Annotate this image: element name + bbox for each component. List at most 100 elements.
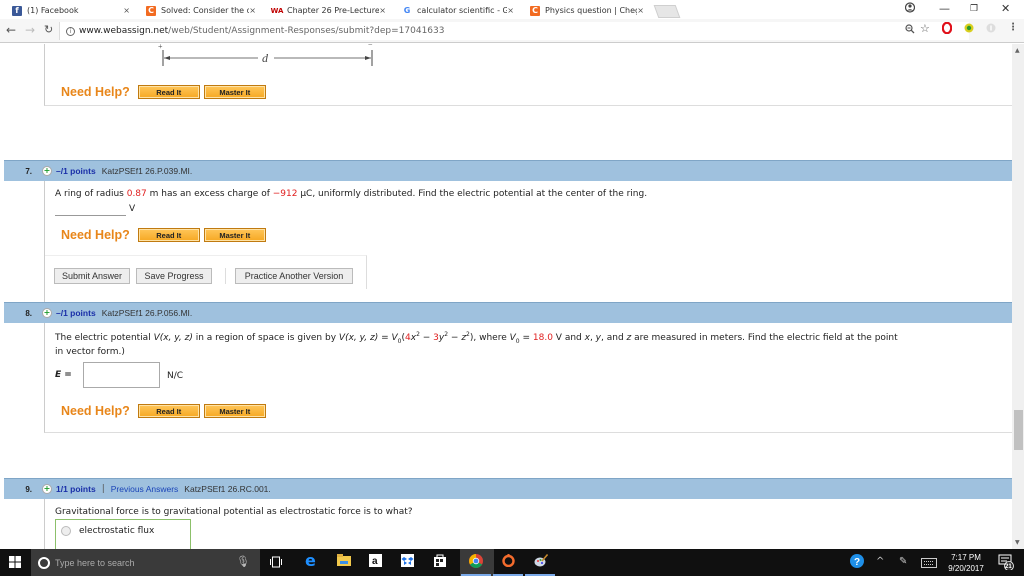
tab-chegg-solved[interactable]: C Solved: Consider the dia × (138, 2, 266, 19)
tab-google-calculator[interactable]: G calculator scientific - Goo × (394, 2, 524, 19)
practice-another-version-button[interactable]: Practice Another Version (235, 268, 353, 284)
question-7-header: 7. + –/1 points KatzPSEf1 26.P.039.MI. (4, 160, 1012, 181)
radio-button[interactable] (61, 526, 71, 536)
need-help-q6: Need Help? Read It Master It (61, 85, 270, 99)
points: –/1 points (56, 166, 96, 176)
edge-icon[interactable]: e (305, 551, 316, 570)
need-help-label: Need Help? (61, 228, 130, 242)
expand-plus-icon[interactable]: + (42, 166, 52, 176)
save-progress-button[interactable]: Save Progress (136, 268, 212, 284)
question-7-text: A ring of radius 0.87 m has an excess ch… (55, 189, 648, 199)
scroll-thumb[interactable] (1014, 410, 1023, 450)
question-8-header: 8. + –/1 points KatzPSEf1 26.P.056.MI. (4, 302, 1012, 323)
tab-chegg-physics[interactable]: C Physics question | Chegg × (522, 2, 654, 19)
paint-icon[interactable] (534, 554, 549, 572)
clock[interactable]: 7:17 PM 9/20/2017 (945, 552, 987, 574)
toolbar: ← → ↻ i www.webassign.net/web/Student/As… (0, 19, 1024, 43)
master-it-button[interactable]: Master It (203, 404, 266, 418)
tab-title: calculator scientific - Goo (417, 6, 508, 15)
amazon-icon[interactable]: a (369, 554, 382, 571)
close-tab-icon[interactable]: × (507, 6, 514, 15)
tab-facebook[interactable]: f (1) Facebook × (4, 2, 140, 19)
reload-icon[interactable]: ↻ (44, 23, 53, 36)
question-9-text: Gravitational force is to gravitational … (55, 507, 413, 517)
profile-icon[interactable] (904, 2, 916, 16)
read-it-button[interactable]: Read It (137, 228, 200, 242)
read-it-button[interactable]: Read It (137, 85, 200, 99)
svg-text:a: a (372, 556, 378, 567)
scroll-up-arrow-icon[interactable]: ▲ (1015, 47, 1020, 54)
file-explorer-icon[interactable] (337, 554, 351, 570)
taskbar: Type here to search 🎙︎ e a ? ^ ✎ 7:17 PM… (0, 549, 1024, 576)
chevron-up-icon[interactable]: ^ (876, 556, 884, 567)
zoom-icon[interactable] (905, 24, 915, 37)
diagram-d-label: d (262, 51, 269, 65)
tab-webassign[interactable]: WA Chapter 26 Pre-Lecture × (264, 2, 396, 19)
help-icon[interactable]: ? (850, 554, 864, 572)
back-arrow-icon[interactable]: ← (6, 23, 16, 37)
opera-icon[interactable] (941, 21, 953, 37)
store-icon[interactable] (434, 554, 446, 571)
windows-start-icon[interactable] (9, 556, 21, 572)
cortana-icon (38, 556, 50, 569)
question-id: KatzPSEf1 26.RC.001. (184, 484, 271, 494)
task-view-icon[interactable] (270, 556, 282, 572)
need-help-label: Need Help? (61, 404, 130, 418)
question-id: KatzPSEf1 26.P.039.MI. (101, 166, 193, 176)
svg-text:?: ? (854, 557, 860, 568)
close-tab-icon[interactable]: × (637, 6, 644, 15)
close-tab-icon[interactable]: × (379, 6, 386, 15)
page-content: + − d Need Help? Read It Master It 7. + … (0, 44, 1012, 549)
chegg-icon: C (146, 5, 156, 16)
microphone-icon[interactable]: 🎙︎ (236, 555, 250, 568)
info-icon[interactable]: i (66, 26, 75, 36)
date: 9/20/2017 (948, 564, 984, 573)
keyboard-icon[interactable] (921, 557, 937, 572)
minimize-button[interactable]: — (939, 2, 950, 15)
read-it-button[interactable]: Read It (137, 404, 200, 418)
question-8-text: The electric potential V(x, y, z) in a r… (55, 331, 898, 345)
extension-grey-icon[interactable] (986, 23, 996, 36)
chegg-icon: C (530, 5, 540, 16)
scroll-down-arrow-icon[interactable]: ▼ (1015, 539, 1020, 546)
option-label: electrostatic flux (79, 526, 155, 536)
e-field-input[interactable] (83, 362, 160, 388)
need-help-q7: Need Help? Read It Master It (61, 228, 270, 242)
answer-input-q7[interactable] (55, 202, 126, 216)
master-it-button[interactable]: Master It (203, 228, 266, 242)
pen-icon[interactable]: ✎ (899, 556, 907, 567)
maximize-button[interactable]: ❐ (970, 4, 978, 14)
address-bar[interactable]: i www.webassign.net/web/Student/Assignme… (59, 22, 969, 40)
tab-title: Solved: Consider the dia (161, 6, 250, 15)
close-tab-icon[interactable]: × (249, 6, 256, 15)
need-help-label: Need Help? (61, 85, 130, 99)
dropbox-icon[interactable] (401, 554, 414, 571)
new-tab-button[interactable] (653, 5, 681, 18)
taskbar-search[interactable]: Type here to search 🎙︎ (31, 549, 260, 576)
question-7-body (44, 181, 1012, 309)
extension-green-icon[interactable] (964, 23, 974, 36)
origin-icon[interactable] (502, 554, 515, 571)
radius-value: 0.87 (126, 189, 147, 199)
webassign-icon: WA (270, 6, 284, 15)
page-scrollbar[interactable]: ▲ ▼ (1012, 44, 1024, 549)
close-window-button[interactable]: ✕ (1001, 2, 1010, 15)
forward-arrow-icon[interactable]: → (25, 23, 35, 37)
submit-answer-button[interactable]: Submit Answer (54, 268, 130, 284)
option-electrostatic-flux[interactable]: electrostatic flux (61, 526, 154, 536)
master-it-button[interactable]: Master It (203, 85, 266, 99)
expand-plus-icon[interactable]: + (42, 484, 52, 494)
previous-answers-link[interactable]: Previous Answers (111, 484, 179, 494)
question-9-header: 9. + 1/1 points | Previous Answers KatzP… (4, 478, 1012, 499)
expand-plus-icon[interactable]: + (42, 308, 52, 318)
chrome-icon[interactable] (469, 554, 483, 572)
answer-options: electrostatic flux (55, 519, 191, 549)
close-tab-icon[interactable]: × (123, 6, 130, 15)
tab-title: (1) Facebook (27, 6, 79, 15)
tab-title: Chapter 26 Pre-Lecture (287, 6, 380, 15)
notification-count: 21 (1005, 564, 1012, 570)
menu-kebab-icon[interactable]: ⋮ (1008, 22, 1018, 33)
google-icon: G (403, 6, 411, 15)
divider (225, 268, 226, 284)
bookmark-star-icon[interactable]: ☆ (920, 22, 930, 35)
